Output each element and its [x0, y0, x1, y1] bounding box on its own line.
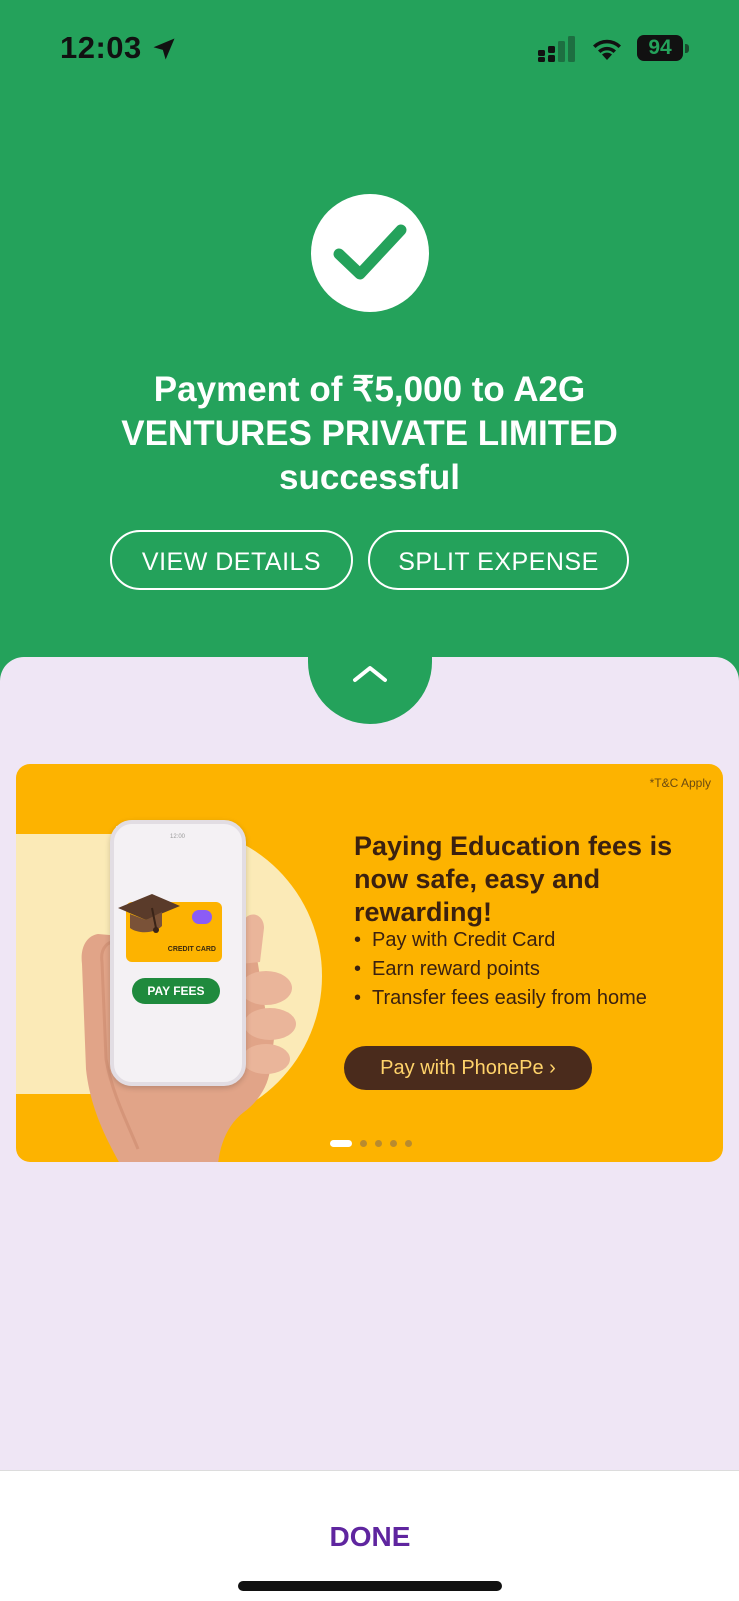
phone-illustration-time: 12:00: [170, 834, 186, 840]
promo-title: Paying Education fees is now safe, easy …: [354, 831, 673, 927]
carousel-dot[interactable]: [375, 1140, 382, 1147]
chevron-up-icon: [353, 666, 387, 682]
carousel-dot[interactable]: [360, 1140, 367, 1147]
promo-banner[interactable]: *T&C Apply 12:00 CREDIT CARD PAY FEES Pa…: [16, 764, 723, 1162]
battery-tip: [685, 44, 689, 53]
carousel-dot[interactable]: [405, 1140, 412, 1147]
phone-illustration: 12:00 CREDIT CARD PAY FEES: [110, 820, 246, 1086]
battery-icon: 94: [637, 35, 689, 63]
success-header: 12:03 94 Payment of ₹5,000 to A2G VENTUR…: [0, 0, 739, 700]
carousel-dot-active[interactable]: [330, 1140, 352, 1147]
pay-fees-illustration-button: PAY FEES: [132, 978, 220, 1004]
card-chip-icon: [192, 910, 212, 924]
split-expense-button[interactable]: SPLIT EXPENSE: [368, 530, 629, 590]
promo-benefit-item: Transfer fees easily from home: [354, 984, 714, 1013]
bottom-bar: DONE: [0, 1470, 739, 1601]
carousel-dot[interactable]: [390, 1140, 397, 1147]
phone-illustration-status: 12:00: [124, 834, 232, 842]
status-time: 12:03: [60, 30, 142, 65]
success-check-badge: [311, 194, 429, 312]
battery-level: 94: [637, 35, 683, 61]
location-arrow-icon: [153, 38, 175, 60]
pay-with-phonepe-button[interactable]: Pay with PhonePe ›: [344, 1046, 592, 1090]
checkmark-icon: [333, 224, 407, 280]
wifi-icon: [593, 39, 621, 60]
promo-benefit-item: Earn reward points: [354, 955, 714, 984]
credit-card-label: CREDIT CARD: [167, 946, 216, 953]
view-details-button[interactable]: VIEW DETAILS: [110, 530, 353, 590]
terms-note: *T&C Apply: [649, 776, 711, 790]
done-button[interactable]: DONE: [300, 1515, 440, 1559]
status-bar: 12:03 94: [0, 0, 739, 100]
promo-benefit-item: Pay with Credit Card: [354, 926, 714, 955]
graduation-cap-icon: [118, 894, 180, 933]
home-indicator[interactable]: [238, 1581, 502, 1591]
cellular-signal-icon: [538, 36, 575, 62]
promo-benefits-list: Pay with Credit Card Earn reward points …: [354, 926, 714, 1013]
carousel-indicator: [330, 1140, 420, 1148]
payment-success-headline: Payment of ₹5,000 to A2G VENTURES PRIVAT…: [121, 370, 618, 497]
